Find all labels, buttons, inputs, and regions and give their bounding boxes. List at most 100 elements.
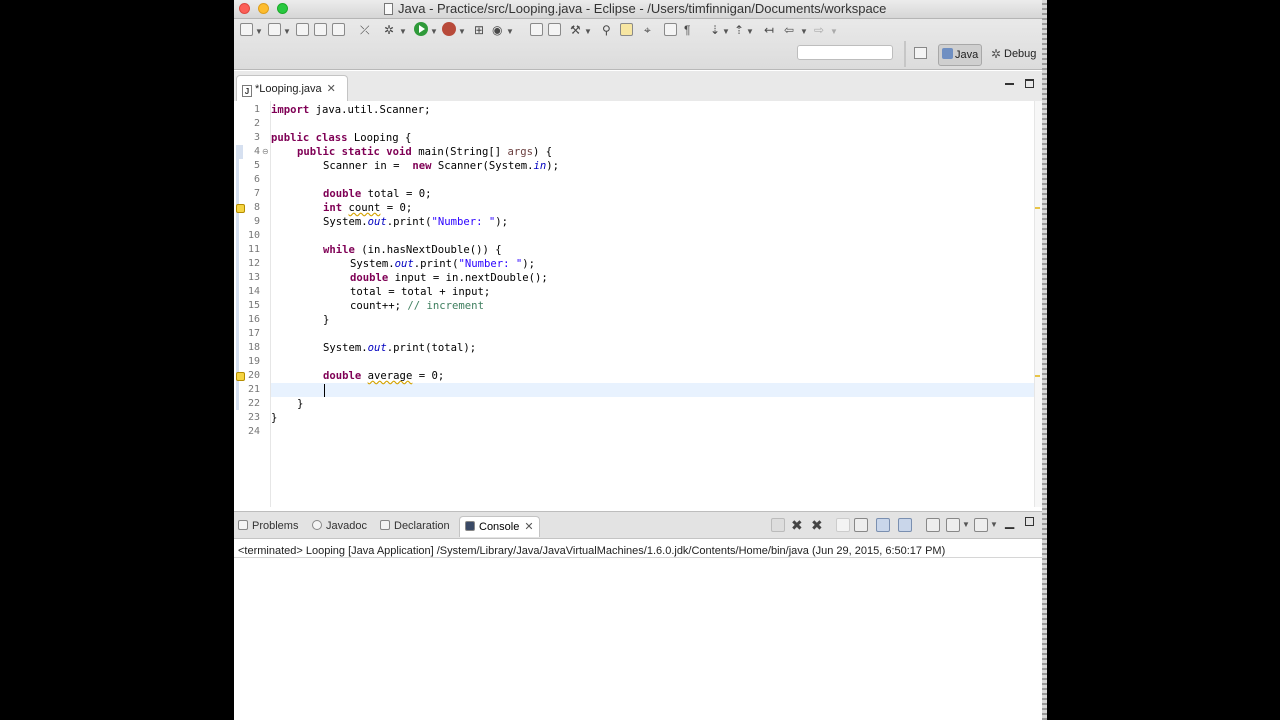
- previous-annotation-dropdown-icon[interactable]: ▼: [746, 24, 754, 40]
- line-number: 12: [247, 258, 260, 269]
- debug-dropdown-icon[interactable]: ▼: [399, 24, 407, 40]
- string-literal: "Number: ": [431, 216, 496, 228]
- last-edit-location-icon[interactable]: ↤: [764, 22, 774, 38]
- remove-all-terminated-icon[interactable]: ✖: [811, 518, 823, 532]
- overview-warning-marker[interactable]: [1035, 207, 1040, 209]
- search-icon[interactable]: ⚒: [570, 22, 581, 38]
- block-selection-icon[interactable]: ⌖: [644, 22, 651, 38]
- warning-variable: count: [348, 202, 381, 214]
- editor-tab-bar: J *Looping.java ✕: [234, 71, 1042, 102]
- forward-dropdown-icon[interactable]: ▼: [830, 24, 838, 40]
- static-field: out: [367, 342, 387, 354]
- pin-console-icon[interactable]: [926, 518, 940, 532]
- close-console-tab-icon[interactable]: ✕: [524, 521, 533, 533]
- word-wrap-icon[interactable]: [664, 23, 677, 36]
- current-line-highlight: [271, 383, 1034, 397]
- back-dropdown-icon[interactable]: ▼: [800, 24, 808, 40]
- editor-tab-label: *Looping.java: [255, 83, 322, 95]
- open-perspective-icon[interactable]: [914, 47, 927, 59]
- code-text: in: [374, 160, 387, 172]
- code-line-9: System.out.print("Number: ");: [323, 215, 508, 229]
- display-console-dropdown-icon[interactable]: ▼: [962, 518, 970, 532]
- static-field: out: [367, 216, 387, 228]
- back-icon[interactable]: ⇦: [784, 22, 794, 38]
- clear-console-icon[interactable]: [836, 518, 850, 532]
- next-annotation-icon[interactable]: ⇣: [710, 22, 720, 38]
- toggle-mark-occurrences-icon[interactable]: ⚲: [602, 22, 611, 38]
- code-text: System.: [323, 342, 368, 354]
- new-icon[interactable]: [240, 23, 253, 36]
- maximize-editor-icon[interactable]: [1025, 79, 1034, 88]
- collapse-fold-icon[interactable]: ⊖: [262, 147, 269, 156]
- run-icon[interactable]: [414, 22, 428, 36]
- java-perspective-button[interactable]: Java: [938, 44, 983, 66]
- toggle-highlight-icon[interactable]: [620, 23, 633, 36]
- overview-ruler[interactable]: [1034, 101, 1042, 507]
- tab-label: Console: [479, 521, 520, 533]
- display-selected-console-icon[interactable]: [946, 518, 960, 532]
- minimize-panel-icon[interactable]: ▁: [1005, 515, 1014, 529]
- console-status-text: <terminated> Looping [Java Application] …: [238, 545, 946, 557]
- tab-console[interactable]: Console ✕: [459, 516, 540, 537]
- code-text: );: [495, 216, 508, 228]
- show-whitespace-icon[interactable]: ¶: [684, 22, 690, 38]
- minimize-window-button[interactable]: [258, 3, 269, 14]
- debug-perspective-button[interactable]: ✲ Debug: [988, 44, 1039, 64]
- open-folder-icon[interactable]: [548, 23, 561, 36]
- show-stdout-icon[interactable]: [876, 518, 890, 532]
- scroll-lock-icon[interactable]: [854, 518, 868, 532]
- search-dropdown-icon[interactable]: ▼: [584, 24, 592, 40]
- new-class-dropdown-icon[interactable]: ▼: [506, 24, 514, 40]
- line-number: 24: [247, 426, 260, 437]
- print-icon[interactable]: [332, 23, 345, 36]
- line-number: 13: [247, 272, 260, 283]
- external-tools-icon[interactable]: [442, 22, 456, 36]
- open-type-icon[interactable]: [530, 23, 543, 36]
- minimize-editor-icon[interactable]: [1005, 83, 1014, 85]
- code-text: .print(: [386, 216, 432, 228]
- next-annotation-dropdown-icon[interactable]: ▼: [722, 24, 730, 40]
- code-line-7: double total = 0;: [323, 187, 431, 201]
- keyword: new: [412, 160, 432, 172]
- close-window-button[interactable]: [239, 3, 250, 14]
- tab-javadoc[interactable]: Javadoc: [312, 516, 367, 536]
- new-project-icon[interactable]: [268, 23, 281, 36]
- save-icon[interactable]: [296, 23, 309, 36]
- run-dropdown-icon[interactable]: ▼: [430, 24, 438, 40]
- code-line-16: }: [323, 313, 329, 327]
- line-number: 8: [253, 202, 260, 213]
- external-tools-dropdown-icon[interactable]: ▼: [458, 24, 466, 40]
- save-all-icon[interactable]: [314, 23, 327, 36]
- zoom-window-button[interactable]: [277, 3, 288, 14]
- new-java-class-icon[interactable]: ◉: [492, 22, 502, 38]
- line-number: 5: [253, 160, 260, 171]
- code-text: Scanner: [323, 160, 375, 172]
- code-text: total = total + input;: [350, 286, 491, 298]
- new-java-package-icon[interactable]: ⊞: [474, 22, 484, 38]
- code-text: main(String[]: [411, 146, 508, 158]
- remove-launch-icon[interactable]: ✖: [791, 518, 803, 532]
- previous-annotation-icon[interactable]: ⇡: [734, 22, 744, 38]
- keyword: import: [271, 104, 310, 116]
- overview-warning-marker[interactable]: [1035, 375, 1040, 377]
- code-editor[interactable]: 1 2 3 4 ⊖ 5 6 7 8 9 10 11 12 13 14 15 16…: [234, 101, 1042, 507]
- tab-problems[interactable]: Problems: [238, 516, 298, 536]
- tab-declaration[interactable]: Declaration: [380, 516, 450, 536]
- maximize-panel-icon[interactable]: [1025, 517, 1034, 526]
- new-dropdown-icon[interactable]: ▼: [255, 24, 263, 40]
- debug-config-icon[interactable]: ✲: [384, 22, 394, 38]
- tab-label: Declaration: [394, 520, 450, 532]
- close-tab-icon[interactable]: ✕: [327, 83, 336, 95]
- open-console-icon[interactable]: [974, 518, 988, 532]
- editor-tab-looping[interactable]: J *Looping.java ✕: [236, 75, 348, 101]
- show-stderr-icon[interactable]: [898, 518, 912, 532]
- code-text: System.: [350, 258, 395, 270]
- console-output-area[interactable]: [234, 558, 1042, 720]
- code-text: .print(: [413, 258, 459, 270]
- terminate-icon[interactable]: [771, 518, 785, 532]
- forward-icon[interactable]: ⇨: [814, 22, 824, 38]
- quick-access-input[interactable]: [797, 45, 893, 60]
- new-project-dropdown-icon[interactable]: ▼: [283, 24, 291, 40]
- open-console-dropdown-icon[interactable]: ▼: [990, 518, 998, 532]
- skip-breakpoints-icon[interactable]: ⤫: [360, 22, 370, 38]
